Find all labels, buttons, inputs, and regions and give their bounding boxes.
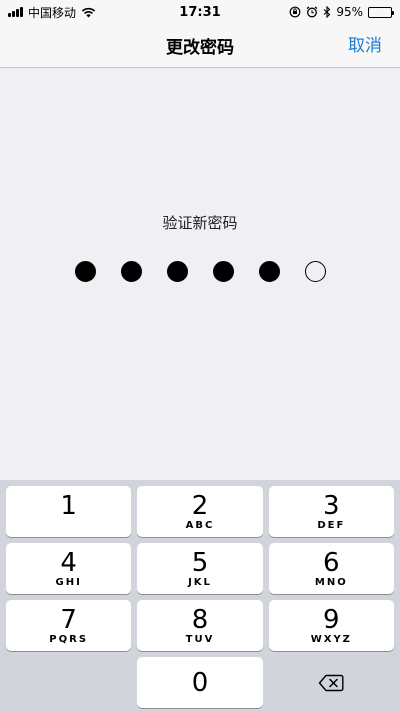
passcode-dot-filled <box>212 261 234 282</box>
key-6[interactable]: 6 MNO <box>268 543 394 594</box>
passcode-prompt: 验证新密码 <box>162 214 238 232</box>
key-digit: 6 <box>323 547 340 578</box>
battery-percent: 95% <box>336 5 363 19</box>
key-letters: TUV <box>185 633 215 645</box>
key-digit: 1 <box>60 490 77 521</box>
passcode-dot-filled <box>258 261 280 282</box>
passcode-screen: 中国移动 17:31 95% 更改密码 取消 验证新密码 1 2 ABC 3 D… <box>0 0 400 711</box>
key-digit: 9 <box>323 604 340 635</box>
key-8[interactable]: 8 TUV <box>137 600 263 651</box>
signal-icon <box>8 7 23 17</box>
key-0[interactable]: 0 <box>137 657 263 708</box>
cancel-button[interactable]: 取消 <box>348 24 382 68</box>
status-left: 中国移动 <box>8 4 96 21</box>
key-7[interactable]: 7 PQRS <box>6 600 132 651</box>
passcode-dot-empty <box>304 261 326 282</box>
passcode-dot-filled <box>74 261 96 282</box>
key-letters: PQRS <box>49 633 89 645</box>
key-digit: 4 <box>60 547 77 578</box>
page-title: 更改密码 <box>166 38 234 58</box>
key-3[interactable]: 3 DEF <box>268 486 394 537</box>
key-digit: 0 <box>191 667 209 698</box>
key-5[interactable]: 5 JKL <box>137 543 263 594</box>
passcode-dot-filled <box>120 261 142 282</box>
key-blank <box>6 657 131 708</box>
key-2[interactable]: 2 ABC <box>137 486 263 537</box>
key-digit: 5 <box>191 547 209 578</box>
wifi-icon <box>81 7 96 17</box>
key-9[interactable]: 9 WXYZ <box>268 600 394 651</box>
backspace-icon <box>319 674 344 691</box>
numeric-keypad: 1 2 ABC 3 DEF 4 GHI 5 JKL 6 MNO 7 PQRS 8 <box>0 480 400 711</box>
key-letters: DEF <box>317 519 346 531</box>
nav-bar: 更改密码 取消 <box>0 24 400 68</box>
battery-icon <box>368 6 394 18</box>
alarm-icon <box>306 6 318 18</box>
key-digit: 7 <box>60 604 77 635</box>
key-letters: MNO <box>314 576 348 588</box>
key-letters: WXYZ <box>310 633 352 645</box>
orientation-lock-icon <box>289 6 301 18</box>
key-letters: ABC <box>185 519 215 531</box>
key-letters: GHI <box>55 576 82 588</box>
key-digit: 2 <box>191 490 209 521</box>
key-4[interactable]: 4 GHI <box>6 543 132 594</box>
passcode-dot-filled <box>166 261 188 282</box>
status-bar: 中国移动 17:31 95% <box>0 0 400 24</box>
delete-button[interactable] <box>269 657 394 708</box>
carrier-label: 中国移动 <box>28 5 77 20</box>
status-right: 95% <box>289 5 394 19</box>
key-letters: JKL <box>188 576 212 588</box>
passcode-dots <box>0 261 400 282</box>
bluetooth-icon <box>323 6 331 18</box>
key-1[interactable]: 1 <box>6 486 132 537</box>
key-digit: 3 <box>323 490 340 521</box>
key-digit: 8 <box>191 604 209 635</box>
